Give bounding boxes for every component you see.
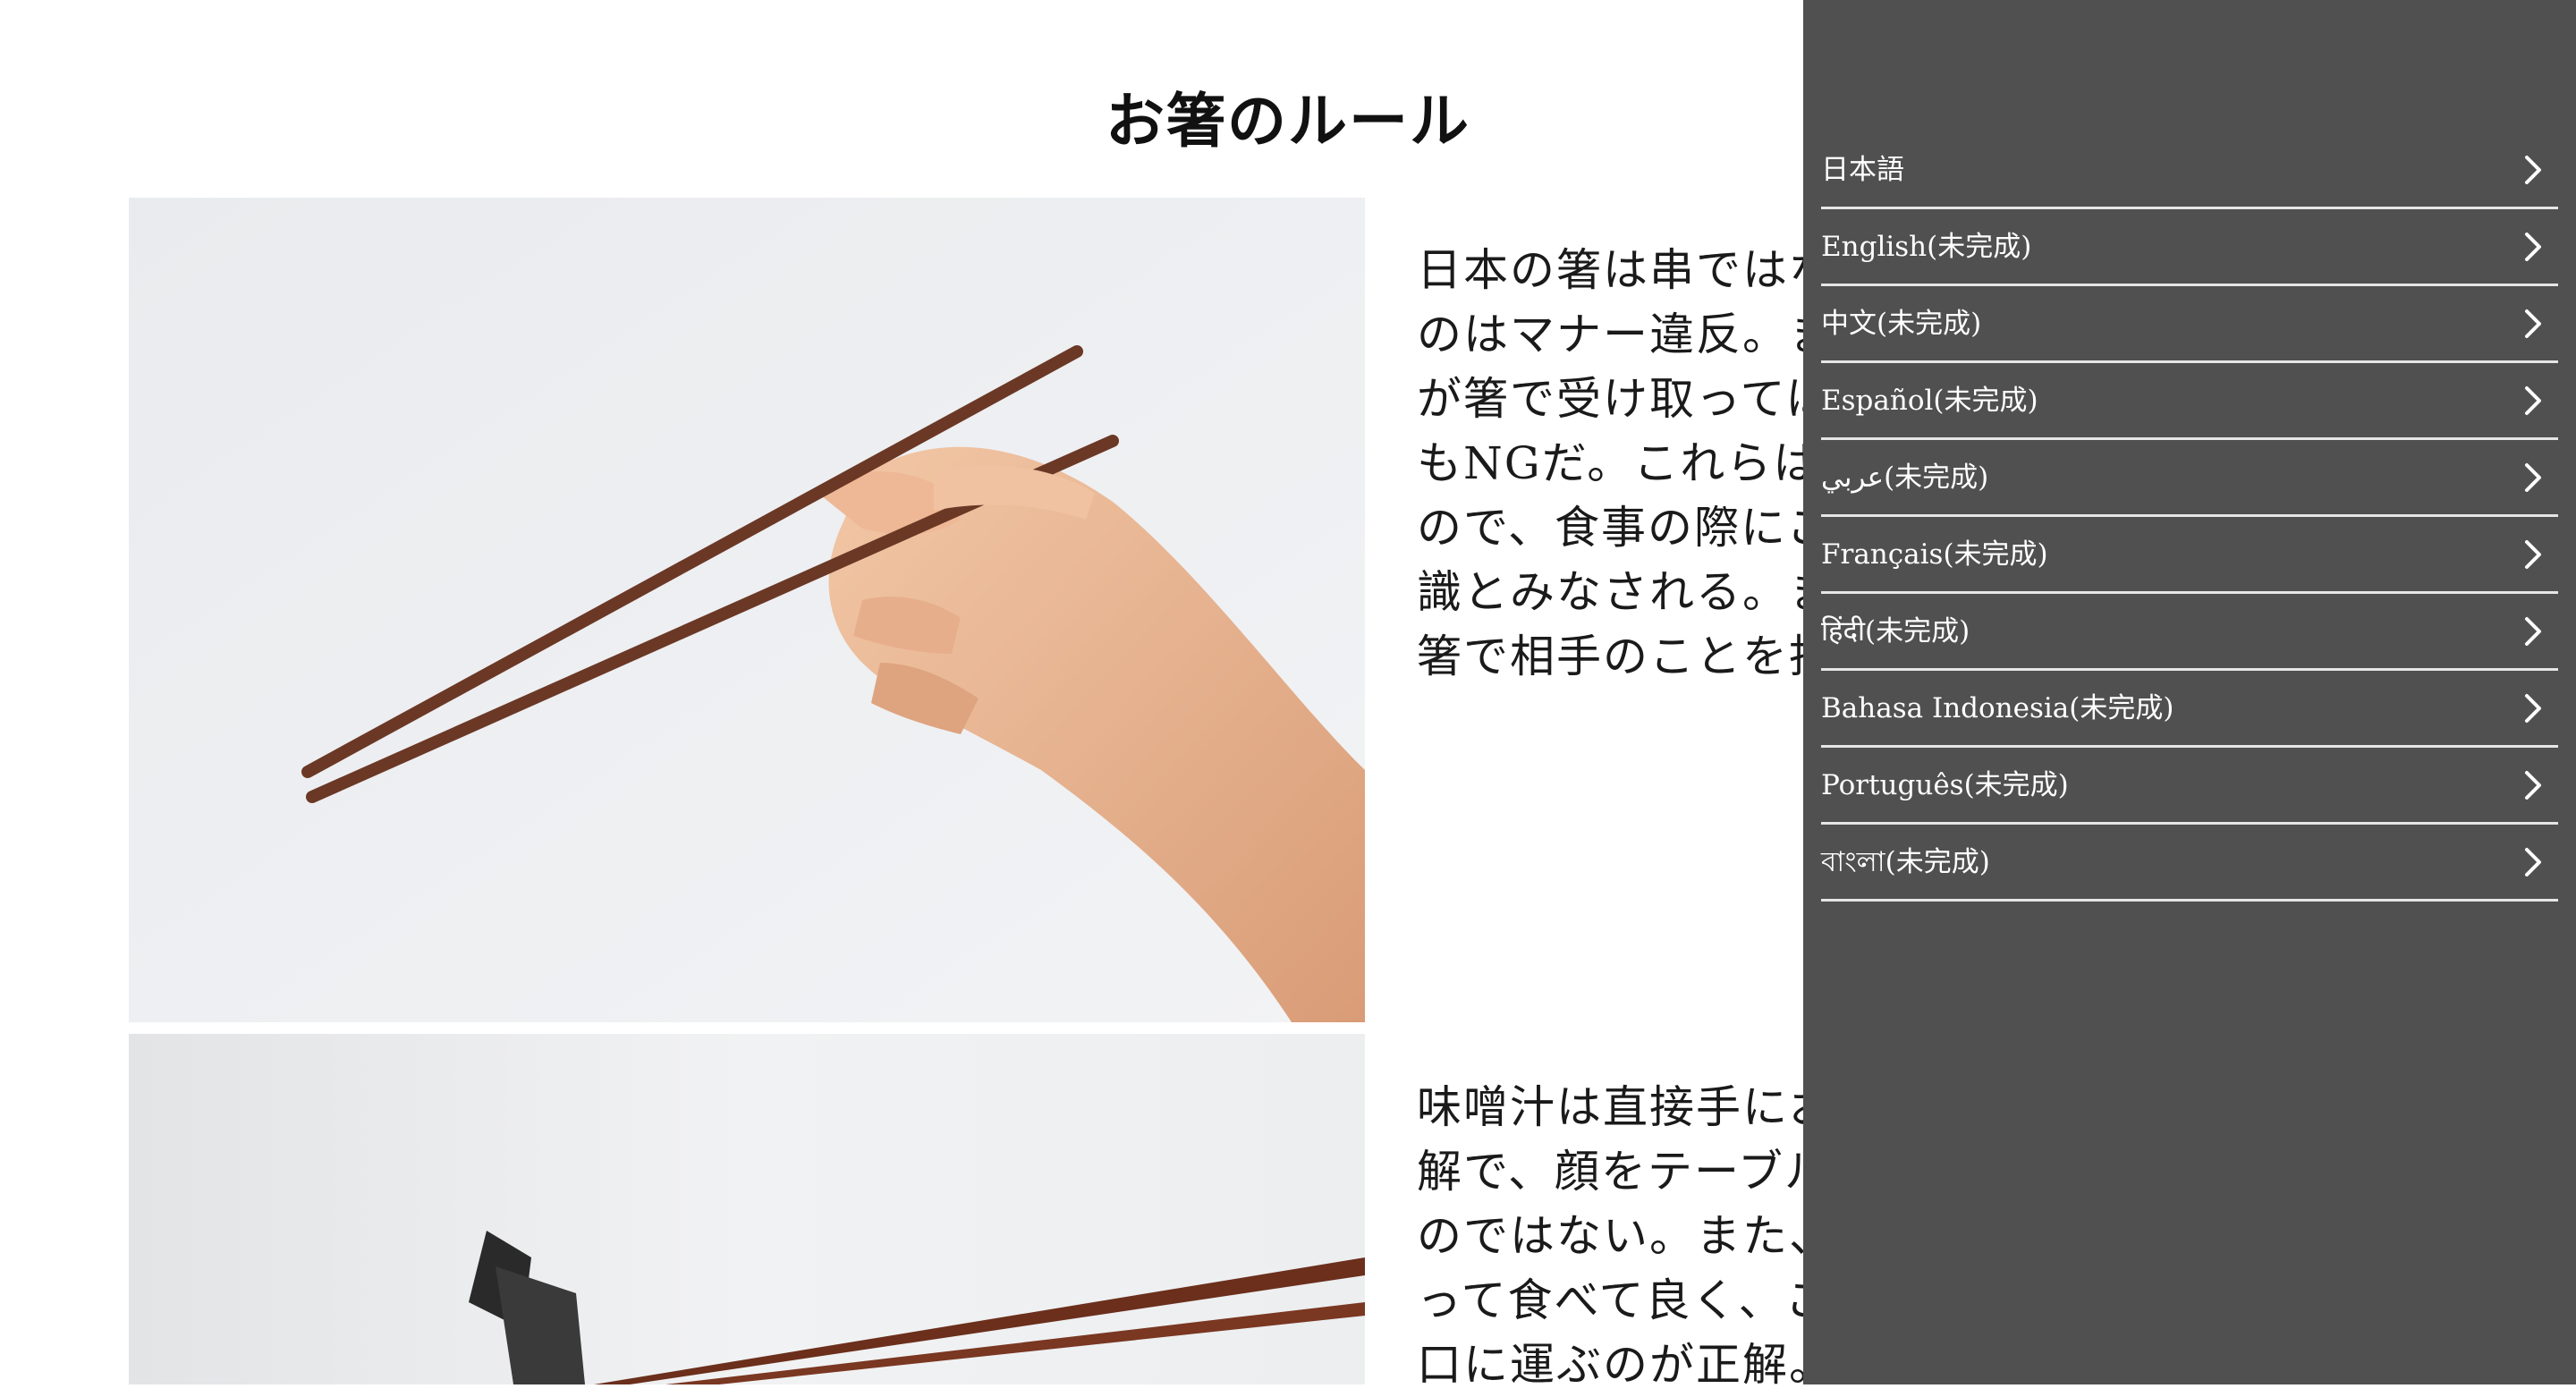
chevron-right-icon: [2525, 385, 2541, 415]
language-label: বাংলা(未完成): [1821, 845, 1990, 878]
language-label: Français(未完成): [1821, 538, 2048, 571]
chopsticks-on-rest-photo: [129, 1034, 1365, 1384]
language-label: Bahasa Indonesia(未完成): [1821, 691, 2174, 724]
language-label: 日本語: [1821, 153, 1904, 186]
language-label: عربي(未完成): [1821, 461, 1989, 494]
language-menu: 日本語 English(未完成) 中文(未完成) Español(未完成) عر…: [1803, 0, 2576, 1384]
language-item-chinese[interactable]: 中文(未完成): [1821, 286, 2558, 363]
chevron-right-icon: [2525, 155, 2541, 184]
language-item-french[interactable]: Français(未完成): [1821, 517, 2558, 594]
chevron-right-icon: [2525, 847, 2541, 876]
language-item-english[interactable]: English(未完成): [1821, 209, 2558, 286]
language-label: 中文(未完成): [1821, 307, 1982, 340]
language-item-arabic[interactable]: عربي(未完成): [1821, 440, 2558, 517]
chevron-right-icon: [2525, 462, 2541, 492]
language-item-portuguese[interactable]: Português(未完成): [1821, 748, 2558, 825]
language-item-hindi[interactable]: हिंदी(未完成): [1821, 594, 2558, 671]
language-item-spanish[interactable]: Español(未完成): [1821, 363, 2558, 440]
chevron-right-icon: [2525, 309, 2541, 338]
language-label: हिंदी(未完成): [1821, 614, 1970, 648]
language-label: Português(未完成): [1821, 768, 2069, 801]
language-list: 日本語 English(未完成) 中文(未完成) Español(未完成) عر…: [1821, 132, 2558, 902]
language-label: Español(未完成): [1821, 384, 2038, 417]
language-item-indonesian[interactable]: Bahasa Indonesia(未完成): [1821, 671, 2558, 748]
language-item-bengali[interactable]: বাংলা(未完成): [1821, 825, 2558, 902]
chevron-right-icon: [2525, 616, 2541, 646]
language-item-japanese[interactable]: 日本語: [1821, 132, 2558, 209]
chevron-right-icon: [2525, 539, 2541, 569]
chevron-right-icon: [2525, 693, 2541, 723]
language-label: English(未完成): [1821, 230, 2032, 263]
chevron-right-icon: [2525, 770, 2541, 800]
hand-holding-chopsticks-photo: [129, 198, 1365, 1022]
chevron-right-icon: [2525, 232, 2541, 261]
